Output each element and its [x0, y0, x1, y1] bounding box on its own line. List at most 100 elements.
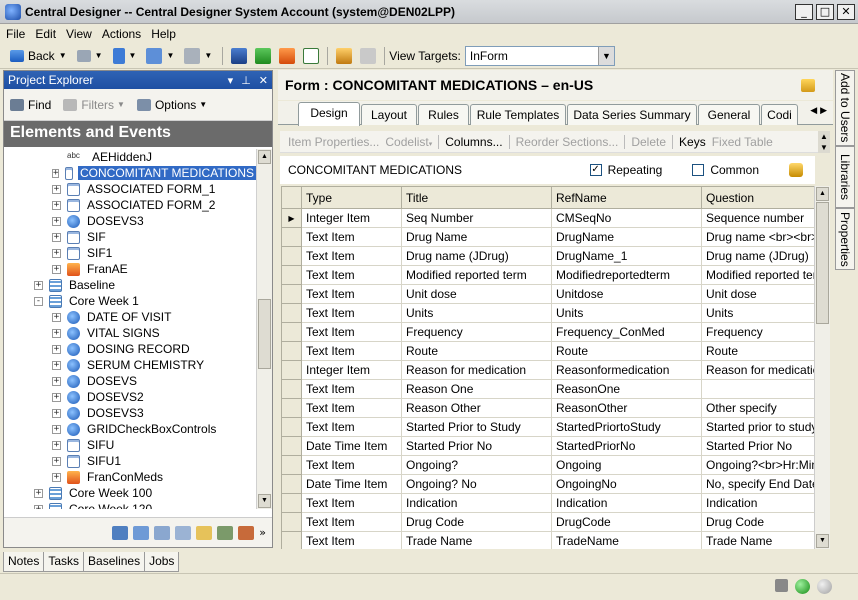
- checklist-icon[interactable]: [303, 47, 320, 64]
- table-row[interactable]: Text Item Modified reported term Modifiedr…: [281, 265, 814, 285]
- cell-title[interactable]: Units: [401, 303, 552, 323]
- scroll-up-button[interactable]: ▲: [258, 150, 271, 164]
- view-targets-select[interactable]: InForm ▼: [464, 45, 615, 66]
- cell-type[interactable]: Date Time Item: [301, 436, 402, 456]
- cell-refname[interactable]: ReasonOther: [551, 398, 702, 418]
- menu-help[interactable]: Help: [151, 27, 176, 41]
- table-row[interactable]: Text Item Drug Code DrugCode Drug Code: [281, 512, 814, 532]
- menu-file[interactable]: File: [6, 27, 25, 41]
- cell-refname[interactable]: DrugName: [551, 227, 702, 247]
- tab-baselines[interactable]: Baselines: [83, 552, 146, 572]
- cell-question[interactable]: Modified reported term: [701, 265, 814, 285]
- maximize-button[interactable]: □: [816, 3, 834, 20]
- cell-type[interactable]: Text Item: [301, 227, 402, 247]
- tree-node[interactable]: + VITAL SIGNS: [4, 325, 256, 341]
- table-row[interactable]: Text Item Ongoing? Ongoing Ongoing?<br>Hr:M…: [281, 455, 814, 475]
- sync-icon[interactable]: [184, 47, 201, 64]
- forward-arrow-icon[interactable]: [76, 49, 91, 62]
- cell-title[interactable]: Started Prior No: [401, 436, 552, 456]
- toolbar-overflow-icon[interactable]: ▲ ▼: [818, 131, 830, 153]
- columns-button[interactable]: Columns...: [445, 135, 502, 149]
- expand-icon[interactable]: +: [52, 184, 61, 194]
- expand-icon[interactable]: +: [52, 456, 61, 466]
- tab-design[interactable]: Design: [298, 102, 360, 126]
- cell-title[interactable]: Started Prior to Study: [401, 417, 552, 437]
- close-button[interactable]: ✕: [837, 3, 855, 20]
- tree-node[interactable]: + Core Week 100: [4, 485, 256, 501]
- side-tab-add-to-users[interactable]: Add to Users: [835, 70, 855, 146]
- cell-question[interactable]: Unit dose: [701, 284, 814, 304]
- menu-actions[interactable]: Actions: [102, 27, 141, 41]
- tree-node[interactable]: + SIF1: [4, 245, 256, 261]
- expand-icon[interactable]: +: [52, 392, 61, 402]
- tree-node[interactable]: + FranConMeds: [4, 469, 256, 485]
- cell-type[interactable]: Text Item: [301, 531, 402, 549]
- cell-title[interactable]: Reason One: [401, 379, 552, 399]
- row-header[interactable]: [281, 322, 302, 342]
- cell-refname[interactable]: Ongoing: [551, 455, 702, 475]
- copy-forms-icon[interactable]: [231, 47, 248, 64]
- cell-type[interactable]: Text Item: [301, 493, 402, 513]
- expand-icon[interactable]: +: [52, 472, 61, 482]
- cell-type[interactable]: Text Item: [301, 512, 402, 532]
- cell-question[interactable]: Drug Code: [701, 512, 814, 532]
- cell-question[interactable]: Started prior to study: [701, 417, 814, 437]
- row-header[interactable]: [281, 284, 302, 304]
- cell-question[interactable]: Trade Name: [701, 531, 814, 549]
- tree-node[interactable]: + DATE OF VISIT: [4, 309, 256, 325]
- row-header[interactable]: [281, 436, 302, 456]
- study-view-icon[interactable]: [112, 525, 129, 540]
- cell-question[interactable]: Route: [701, 341, 814, 361]
- cell-title[interactable]: Drug name (JDrug): [401, 246, 552, 266]
- repeating-check-box[interactable]: ✓: [589, 164, 602, 176]
- column-header-refname[interactable]: RefName: [551, 186, 702, 209]
- row-header[interactable]: [281, 455, 302, 475]
- grid-scrollbar[interactable]: ▲ ▼: [814, 186, 830, 549]
- cell-type[interactable]: Integer Item: [301, 208, 402, 228]
- reorder-sections-button[interactable]: Reorder Sections...: [516, 135, 619, 149]
- scroll-up-button[interactable]: ▲: [816, 187, 829, 201]
- table-row[interactable]: Integer Item Reason for medication Reasonf…: [281, 360, 814, 380]
- expand-icon[interactable]: +: [52, 264, 61, 274]
- tree-node[interactable]: + DOSEVS2: [4, 389, 256, 405]
- repeating-checkbox[interactable]: ✓ Repeating: [589, 163, 662, 177]
- tab-rule-templates[interactable]: Rule Templates: [470, 104, 566, 125]
- codelist-view-icon[interactable]: [196, 525, 213, 540]
- cell-type[interactable]: Text Item: [301, 284, 402, 304]
- table-row[interactable]: Text Item Route Route Route: [281, 341, 814, 361]
- expand-icon[interactable]: +: [52, 376, 61, 386]
- cell-question[interactable]: [701, 379, 814, 399]
- table-row[interactable]: Date Time Item Ongoing? No OngoingNo No, sp…: [281, 474, 814, 494]
- cell-question[interactable]: Units: [701, 303, 814, 323]
- sync-dropdown-icon[interactable]: ▼: [204, 51, 212, 60]
- expand-icon[interactable]: +: [52, 216, 61, 226]
- table-row[interactable]: Text Item Drug name (JDrug) DrugName_1 Drug…: [281, 246, 814, 266]
- cell-refname[interactable]: Modifiedreportedterm: [551, 265, 702, 285]
- tree-node[interactable]: + DOSING RECORD: [4, 341, 256, 357]
- cell-title[interactable]: Drug Code: [401, 512, 552, 532]
- row-header[interactable]: [281, 398, 302, 418]
- tree-node[interactable]: + GRIDCheckBoxControls: [4, 421, 256, 437]
- codelist-button[interactable]: Codelist▾: [385, 135, 432, 149]
- cell-refname[interactable]: Unitdose: [551, 284, 702, 304]
- table-row[interactable]: Text Item Units Units Units: [281, 303, 814, 323]
- cell-question[interactable]: Sequence number: [701, 208, 814, 228]
- cell-type[interactable]: Text Item: [301, 398, 402, 418]
- tab-coding[interactable]: Codi: [761, 104, 798, 125]
- cell-refname[interactable]: Units: [551, 303, 702, 323]
- keys-button[interactable]: Keys: [679, 135, 706, 149]
- cell-type[interactable]: Text Item: [301, 417, 402, 437]
- sections-view-icon[interactable]: [175, 525, 192, 540]
- key-icon[interactable]: [789, 163, 803, 177]
- scroll-thumb[interactable]: [816, 202, 829, 324]
- tree-scrollbar[interactable]: ▲ ▼: [256, 149, 272, 509]
- cell-refname[interactable]: Reasonformedication: [551, 360, 702, 380]
- side-tab-properties[interactable]: Properties: [835, 208, 855, 270]
- expand-icon[interactable]: +: [52, 360, 61, 370]
- cell-title[interactable]: Reason Other: [401, 398, 552, 418]
- cell-refname[interactable]: TradeName: [551, 531, 702, 549]
- tree-node[interactable]: + CONCOMITANT MEDICATIONS: [4, 165, 256, 181]
- row-header[interactable]: [281, 227, 302, 247]
- row-header[interactable]: [281, 341, 302, 361]
- table-row[interactable]: Text Item Trade Name TradeName Trade Name: [281, 531, 814, 549]
